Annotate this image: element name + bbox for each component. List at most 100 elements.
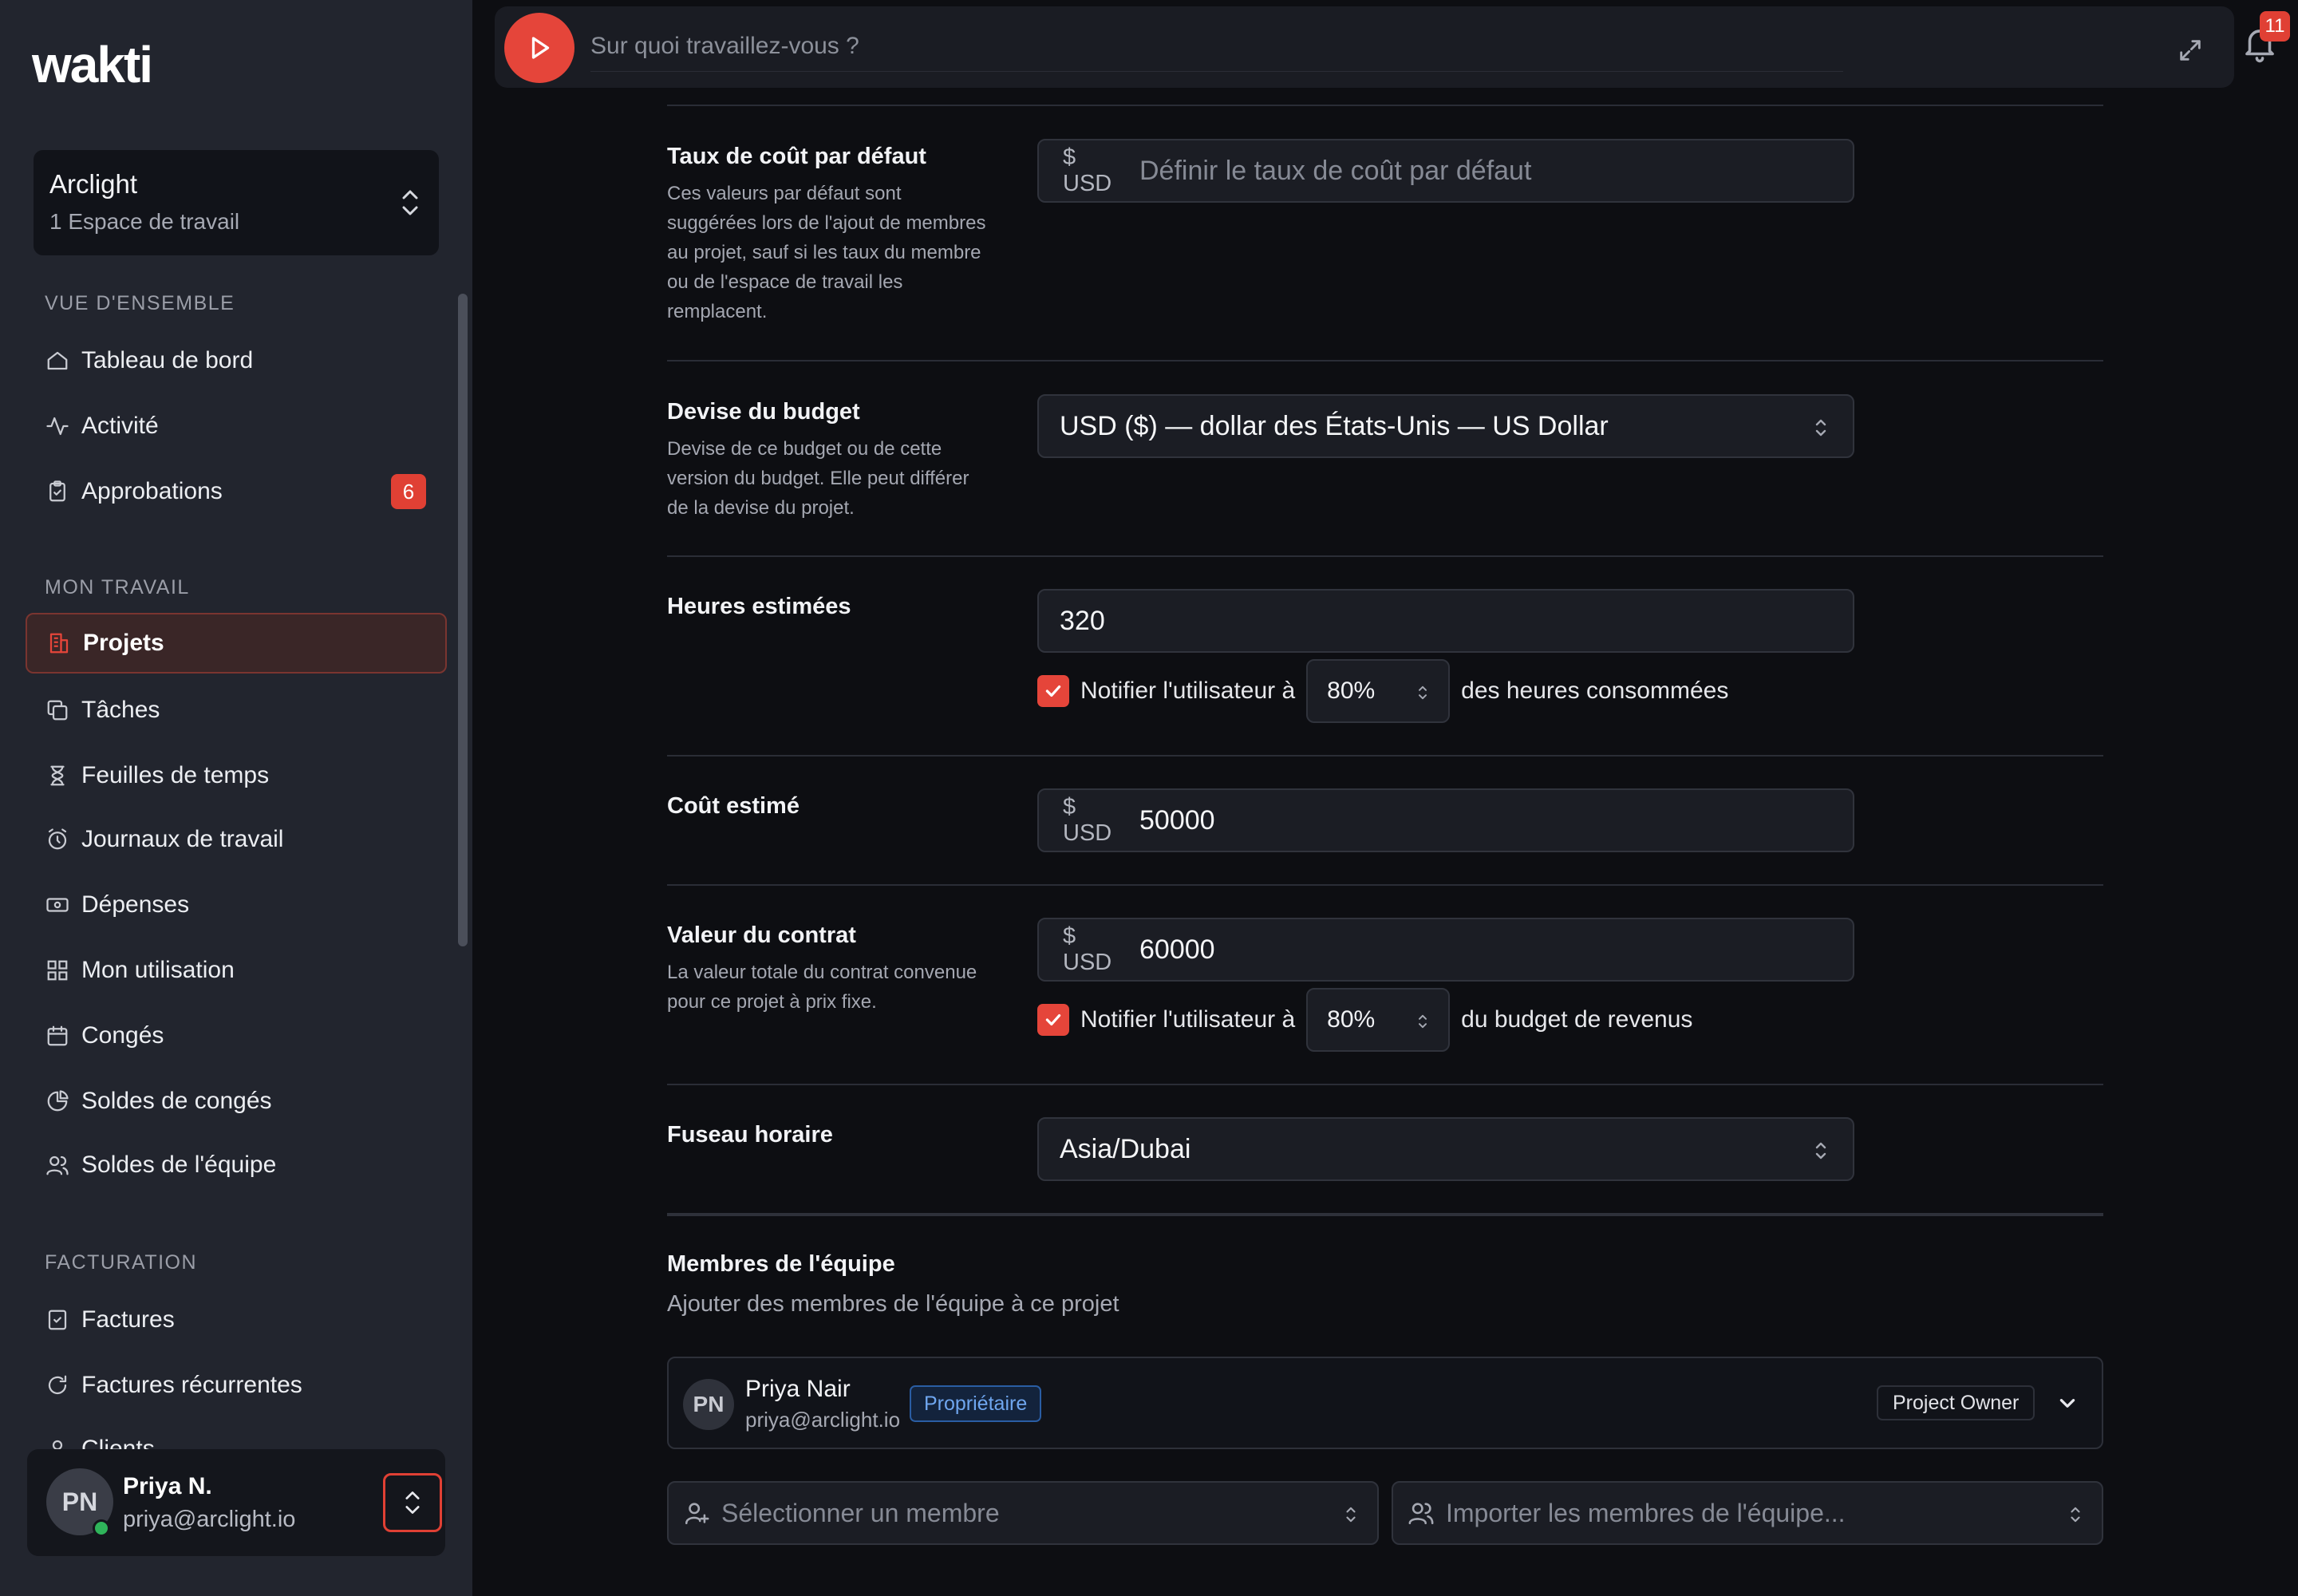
chevrons-up-down-icon — [2071, 1507, 2080, 1523]
sidebar-item-timesheets[interactable]: Feuilles de temps — [26, 745, 447, 806]
expand-icon[interactable] — [2177, 37, 2204, 64]
chevrons-up-down-icon — [1815, 1142, 1826, 1159]
workspace-name: Arclight — [49, 169, 138, 199]
sidebar-item-recurring-invoices[interactable]: Factures récurrentes — [26, 1355, 447, 1416]
sidebar-item-approvals[interactable]: Approbations 6 — [26, 461, 447, 522]
team-member-row: PN Priya Nair priya@arclight.io Propriét… — [667, 1357, 2103, 1449]
default-cost-rate-label: Taux de coût par défaut — [667, 144, 926, 169]
estimated-cost-value: 50000 — [1139, 804, 1215, 836]
sidebar-item-label: Activité — [81, 413, 159, 439]
hours-notify-label: Notifier l'utilisateur à — [1080, 678, 1296, 704]
sidebar-item-label: Factures récurrentes — [81, 1372, 302, 1398]
estimated-cost-input[interactable]: $ USD 50000 — [1037, 788, 1854, 852]
invoice-check-icon — [45, 1307, 70, 1333]
sidebar-item-label: Journaux de travail — [81, 826, 284, 852]
section-title-billing: FACTURATION — [45, 1251, 198, 1274]
start-timer-button[interactable] — [504, 13, 574, 83]
user-name: Priya N. — [123, 1473, 212, 1499]
sidebar-item-label: Projets — [83, 630, 164, 656]
budget-currency-select[interactable]: USD ($) — dollar des États-Unis — US Dol… — [1037, 394, 1854, 458]
approvals-count-badge: 6 — [391, 474, 426, 509]
default-cost-rate-input[interactable]: $ USD Définir le taux de coût par défaut — [1037, 139, 1854, 203]
team-members-subtitle: Ajouter des membres de l'équipe à ce pro… — [667, 1291, 1119, 1317]
chevron-down-icon[interactable] — [2057, 1393, 2078, 1414]
copy-icon — [45, 697, 70, 723]
play-icon — [531, 37, 550, 59]
section-title-overview: VUE D'ENSEMBLE — [45, 292, 235, 314]
default-cost-rate-help: Ces valeurs par défaut sont suggérées lo… — [667, 183, 986, 322]
budget-currency-label: Devise du budget — [667, 399, 860, 425]
pie-chart-icon — [45, 1088, 70, 1114]
select-member-dropdown[interactable]: Sélectionner un membre — [667, 1481, 1379, 1545]
sidebar-item-label: Dépenses — [81, 891, 190, 918]
sidebar-item-projects[interactable]: Projets — [26, 613, 447, 674]
calendar-icon — [45, 1023, 70, 1049]
sidebar-item-invoices[interactable]: Factures — [26, 1290, 447, 1350]
timezone-select[interactable]: Asia/Dubai — [1037, 1117, 1854, 1181]
sidebar-item-label: Factures — [81, 1306, 175, 1333]
chevrons-up-down-icon — [1419, 1014, 1427, 1029]
revenue-notify-percent-select[interactable]: 80% — [1306, 988, 1451, 1052]
contract-value-input[interactable]: $ USD 60000 — [1037, 918, 1854, 982]
team-members-title: Membres de l'équipe — [667, 1251, 895, 1277]
sidebar-item-team-balances[interactable]: Soldes de l'équipe — [26, 1135, 447, 1195]
sidebar-item-expenses[interactable]: Dépenses — [26, 875, 447, 935]
contract-value-value: 60000 — [1139, 934, 1215, 965]
revenue-notify-percent-value: 80% — [1327, 1006, 1376, 1033]
estimated-hours-value: 320 — [1060, 605, 1105, 636]
sidebar-item-tasks[interactable]: Tâches — [26, 680, 447, 741]
sidebar-item-work-logs[interactable]: Journaux de travail — [26, 809, 447, 870]
estimated-cost-label: Coût estimé — [667, 793, 800, 819]
sidebar-item-label: Feuilles de temps — [81, 762, 270, 788]
refresh-icon — [45, 1373, 70, 1398]
contract-value-label: Valeur du contrat — [667, 922, 856, 948]
hours-notify-checkbox[interactable] — [1037, 675, 1069, 707]
owner-badge: Propriétaire — [910, 1385, 1042, 1422]
workspace-switcher[interactable]: Arclight 1 Espace de travail — [34, 150, 439, 255]
member-name: Priya Nair — [745, 1376, 851, 1402]
sidebar-item-label: Mon utilisation — [81, 957, 235, 983]
import-team-members-placeholder: Importer les membres de l'équipe... — [1446, 1498, 1846, 1527]
sidebar-item-leaves[interactable]: Congés — [26, 1005, 447, 1066]
divider — [667, 755, 2103, 757]
sidebar-scrollbar[interactable] — [458, 294, 468, 946]
currency-prefix: $ USD — [1063, 923, 1112, 975]
timezone-label: Fuseau horaire — [667, 1122, 833, 1148]
hours-notify-row: Notifier l'utilisateur à 80% des heures … — [1037, 659, 1728, 723]
budget-currency-help: Devise de ce budget ou de cette version … — [667, 438, 969, 519]
app-logo[interactable]: wakti — [32, 35, 153, 94]
hours-notify-suffix: des heures consommées — [1461, 678, 1729, 704]
sidebar-item-label: Approbations — [81, 478, 223, 504]
select-member-placeholder: Sélectionner un membre — [721, 1498, 1000, 1527]
users-icon — [1408, 1503, 1434, 1525]
building-icon — [46, 630, 72, 656]
divider — [667, 105, 2103, 106]
sidebar-item-dashboard[interactable]: Tableau de bord — [26, 330, 447, 391]
divider — [667, 884, 2103, 886]
clipboard-check-icon — [45, 479, 70, 504]
estimated-hours-input[interactable]: 320 — [1037, 589, 1854, 653]
sidebar-item-leave-balances[interactable]: Soldes de congés — [26, 1071, 447, 1132]
revenue-notify-suffix: du budget de revenus — [1461, 1006, 1693, 1033]
check-icon — [1045, 685, 1061, 697]
activity-icon — [45, 413, 70, 439]
timer-description-input[interactable] — [590, 21, 1843, 72]
revenue-notify-row: Notifier l'utilisateur à 80% du budget d… — [1037, 988, 1692, 1052]
chevrons-up-down-icon — [1419, 685, 1427, 700]
user-card[interactable]: PN Priya N. priya@arclight.io — [27, 1449, 445, 1556]
hours-notify-percent-select[interactable]: 80% — [1306, 659, 1451, 723]
currency-prefix: $ USD — [1063, 144, 1112, 196]
sidebar-item-label: Soldes de l'équipe — [81, 1152, 277, 1178]
import-team-members-dropdown[interactable]: Importer les membres de l'équipe... — [1392, 1481, 2103, 1545]
currency-prefix: $ USD — [1063, 794, 1112, 846]
chevrons-up-down-icon — [1815, 419, 1826, 437]
sidebar-item-my-usage[interactable]: Mon utilisation — [26, 940, 447, 1001]
alarm-clock-icon — [45, 827, 70, 852]
revenue-notify-checkbox[interactable] — [1037, 1004, 1069, 1036]
sidebar-item-activity[interactable]: Activité — [26, 396, 447, 456]
divider — [667, 360, 2103, 361]
sidebar-item-label: Soldes de congés — [81, 1088, 272, 1114]
user-menu-button[interactable] — [383, 1473, 442, 1532]
sidebar-item-label: Congés — [81, 1022, 164, 1049]
timezone-value: Asia/Dubai — [1060, 1133, 1191, 1164]
